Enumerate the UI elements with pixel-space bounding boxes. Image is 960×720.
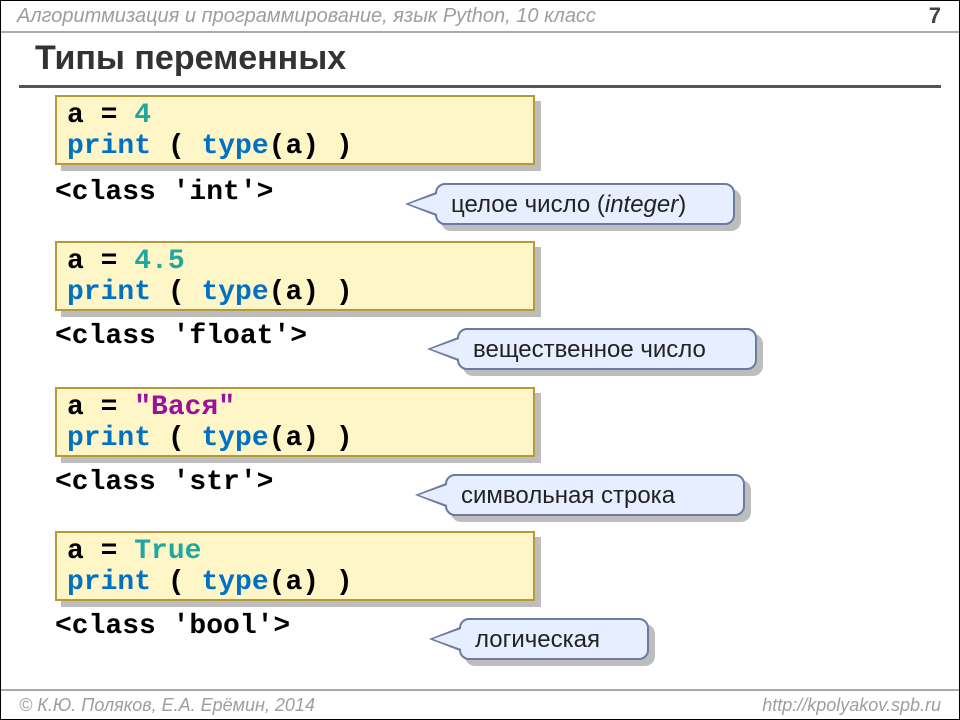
title-underline [19, 85, 941, 88]
callout-text: логическая [475, 626, 600, 653]
callout-float: вещественное число [457, 328, 757, 370]
code-print: print [67, 131, 151, 162]
code-arg: (a) ) [269, 131, 353, 162]
code-arg: (a) ) [269, 277, 353, 308]
code-value: "Вася" [134, 392, 235, 423]
code-print: print [67, 567, 151, 598]
header-text: Алгоритмизация и программирование, язык … [17, 5, 596, 28]
code-box-str: a = "Вася" print ( type(a) ) [55, 387, 535, 457]
footer-left: © К.Ю. Поляков, Е.А. Ерёмин, 2014 [19, 695, 315, 716]
callout-text: вещественное число [473, 336, 706, 363]
slide: Алгоритмизация и программирование, язык … [0, 0, 960, 720]
header-divider [1, 31, 959, 33]
callout-int: целое число (integer) [435, 183, 735, 225]
code-arg: (a) ) [269, 423, 353, 454]
footer-divider [1, 689, 959, 691]
code-print: print [67, 423, 151, 454]
code-text: a = [67, 246, 134, 277]
callout-text: целое число ( [451, 191, 605, 218]
output-int: <class 'int'> [55, 177, 273, 208]
code-type: type [201, 131, 268, 162]
code-paren: ( [151, 567, 201, 598]
output-float: <class 'float'> [55, 321, 307, 352]
code-value: 4 [134, 100, 151, 131]
page-number: 7 [929, 3, 941, 29]
code-type: type [201, 423, 268, 454]
output-bool: <class 'bool'> [55, 611, 290, 642]
code-paren: ( [151, 423, 201, 454]
page-title: Типы переменных [35, 39, 346, 78]
code-paren: ( [151, 277, 201, 308]
code-arg: (a) ) [269, 567, 353, 598]
code-text: a = [67, 100, 134, 131]
code-text: a = [67, 392, 134, 423]
callout-em: integer [605, 191, 678, 218]
callout-bool: логическая [459, 618, 649, 660]
code-value: True [134, 536, 201, 567]
callout-text: символьная строка [461, 482, 675, 509]
code-type: type [201, 277, 268, 308]
callout-str: символьная строка [445, 474, 745, 516]
code-value: 4.5 [134, 246, 184, 277]
code-box-bool: a = True print ( type(a) ) [55, 531, 535, 601]
code-box-float: a = 4.5 print ( type(a) ) [55, 241, 535, 311]
output-str: <class 'str'> [55, 467, 273, 498]
callout-text-post: ) [678, 191, 686, 218]
code-text: a = [67, 536, 134, 567]
code-type: type [201, 567, 268, 598]
code-paren: ( [151, 131, 201, 162]
code-box-int: a = 4 print ( type(a) ) [55, 95, 535, 165]
footer-right: http://kpolyakov.spb.ru [762, 695, 941, 716]
code-print: print [67, 277, 151, 308]
